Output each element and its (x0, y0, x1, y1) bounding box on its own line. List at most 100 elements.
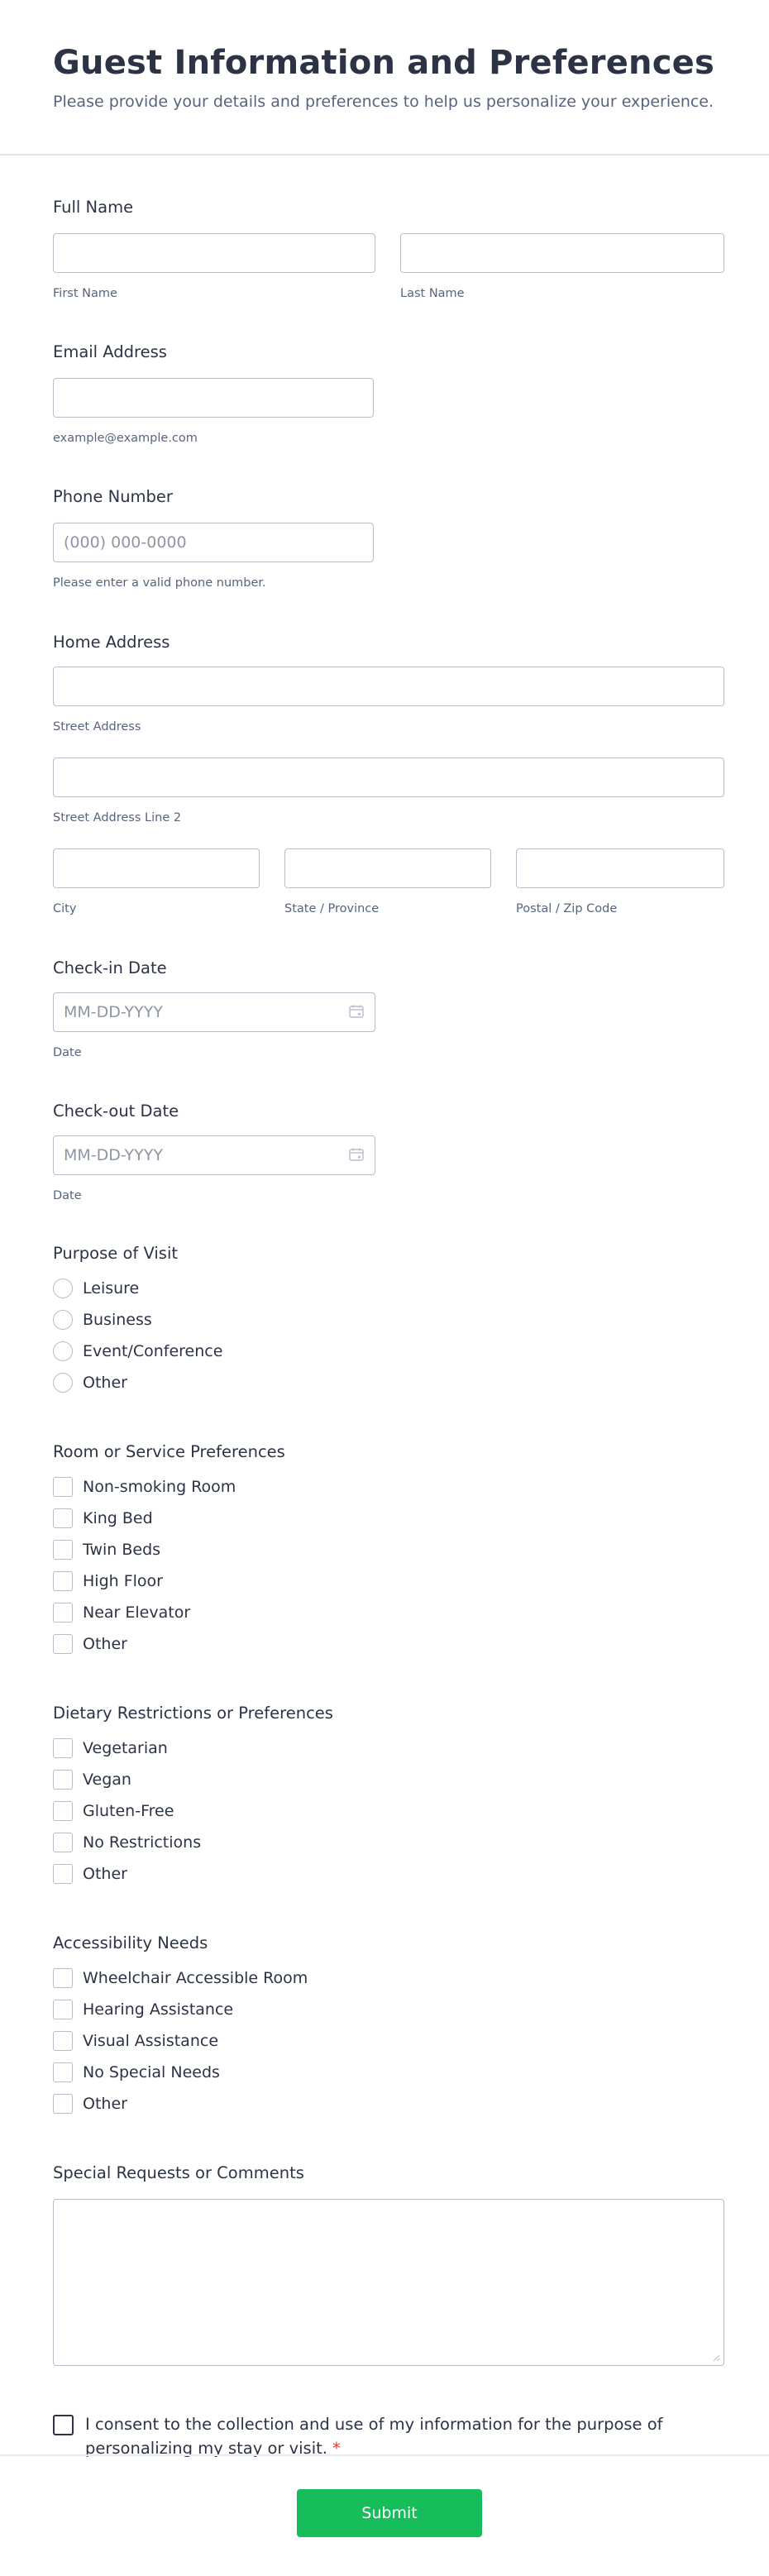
checkbox[interactable] (53, 2062, 73, 2082)
email-input[interactable] (53, 378, 374, 418)
accessibility-option[interactable]: Other (53, 2088, 723, 2120)
option-label: Vegan (83, 1771, 131, 1789)
dietary-option[interactable]: Vegetarian (53, 1732, 723, 1764)
checkbox[interactable] (53, 1508, 73, 1528)
zip-input[interactable] (516, 848, 724, 888)
room-option[interactable]: Twin Beds (53, 1534, 723, 1565)
purpose-option[interactable]: Other (53, 1367, 723, 1398)
email-field: Email Address example@example.com (53, 342, 723, 446)
option-label: Other (83, 1865, 127, 1883)
dietary-field: Dietary Restrictions or Preferences Vege… (53, 1703, 723, 1890)
radio-button[interactable] (53, 1341, 73, 1361)
full-name-label: Full Name (53, 198, 134, 217)
checkbox[interactable] (53, 1540, 73, 1560)
checkin-date-wrap (53, 992, 375, 1032)
checkin-date-input[interactable] (53, 992, 375, 1032)
form-title: Guest Information and Preferences (53, 44, 714, 82)
dietary-option[interactable]: Other (53, 1858, 723, 1890)
checkbox[interactable] (53, 1833, 73, 1852)
checkbox[interactable] (53, 1738, 73, 1758)
accessibility-option[interactable]: Hearing Assistance (53, 1994, 723, 2025)
dietary-options: Vegetarian Vegan Gluten-Free No Restrict… (53, 1732, 723, 1890)
phone-input[interactable] (53, 523, 374, 562)
dietary-option[interactable]: No Restrictions (53, 1827, 723, 1858)
accessibility-option[interactable]: No Special Needs (53, 2057, 723, 2088)
option-label: Other (83, 2095, 127, 2113)
resize-grip-icon[interactable] (712, 2354, 720, 2362)
checkbox[interactable] (53, 1968, 73, 1988)
state-sublabel: State / Province (284, 902, 380, 915)
purpose-option[interactable]: Business (53, 1304, 723, 1336)
purpose-options: Leisure Business Event/Conference Other (53, 1273, 723, 1398)
room-option[interactable]: Other (53, 1628, 723, 1660)
city-input[interactable] (53, 848, 260, 888)
checkbox[interactable] (53, 1571, 73, 1591)
room-option[interactable]: King Bed (53, 1503, 723, 1534)
checkbox[interactable] (53, 1603, 73, 1623)
option-label: King Bed (83, 1509, 153, 1527)
checkbox[interactable] (53, 1634, 73, 1654)
checkbox[interactable] (53, 2000, 73, 2019)
phone-label: Phone Number (53, 487, 173, 506)
form-header: Guest Information and Preferences Please… (0, 0, 769, 155)
full-name-field: Full Name First Name Last Name (53, 197, 724, 301)
checkout-label: Check-out Date (53, 1102, 179, 1121)
checkbox[interactable] (53, 1770, 73, 1790)
checkbox[interactable] (53, 1864, 73, 1884)
accessibility-label: Accessibility Needs (53, 1933, 208, 1952)
phone-sublabel: Please enter a valid phone number. (53, 576, 266, 590)
accessibility-option[interactable]: Wheelchair Accessible Room (53, 1962, 723, 1994)
room-option[interactable]: High Floor (53, 1565, 723, 1597)
street-address-line2-input[interactable] (53, 758, 724, 797)
option-label: High Floor (83, 1572, 163, 1590)
city-sublabel: City (53, 902, 77, 915)
form-page: Guest Information and Preferences Please… (0, 0, 769, 2576)
dietary-label: Dietary Restrictions or Preferences (53, 1704, 333, 1723)
accessibility-options: Wheelchair Accessible Room Hearing Assis… (53, 1962, 723, 2120)
checkin-label: Check-in Date (53, 958, 167, 977)
consent-field: I consent to the collection and use of m… (53, 2412, 723, 2460)
option-label: Twin Beds (83, 1541, 161, 1559)
room-option[interactable]: Near Elevator (53, 1597, 723, 1628)
option-label: Vegetarian (83, 1739, 168, 1757)
room-option[interactable]: Non-smoking Room (53, 1471, 723, 1503)
state-input[interactable] (284, 848, 491, 888)
option-label: No Restrictions (83, 1833, 202, 1852)
radio-button[interactable] (53, 1278, 73, 1298)
purpose-option[interactable]: Event/Conference (53, 1336, 723, 1367)
checkin-field: Check-in Date Date (53, 958, 723, 1060)
street-address-input[interactable] (53, 667, 724, 706)
last-name-input[interactable] (400, 233, 724, 273)
consent-checkbox[interactable] (53, 2415, 74, 2435)
checkbox[interactable] (53, 2031, 73, 2051)
checkbox[interactable] (53, 1477, 73, 1497)
accessibility-field: Accessibility Needs Wheelchair Accessibl… (53, 1933, 723, 2120)
form-body: Full Name First Name Last Name Email Add… (0, 197, 769, 2460)
checkbox[interactable] (53, 2094, 73, 2114)
phone-field: Phone Number Please enter a valid phone … (53, 486, 723, 590)
first-name-input[interactable] (53, 233, 375, 273)
dietary-option[interactable]: Vegan (53, 1764, 723, 1795)
submit-button[interactable]: Submit (297, 2489, 482, 2537)
checkout-date-wrap (53, 1135, 375, 1175)
consent-label: I consent to the collection and use of m… (85, 2415, 663, 2458)
special-requests-textarea[interactable] (53, 2199, 724, 2366)
option-label: Event/Conference (83, 1342, 223, 1360)
checkbox[interactable] (53, 1801, 73, 1821)
special-requests-label: Special Requests or Comments (53, 2163, 304, 2182)
dietary-option[interactable]: Gluten-Free (53, 1795, 723, 1827)
purpose-field: Purpose of Visit Leisure Business Event/… (53, 1243, 723, 1398)
calendar-icon[interactable] (349, 1005, 364, 1018)
calendar-icon[interactable] (349, 1148, 364, 1161)
street-address-line2-sublabel: Street Address Line 2 (53, 811, 182, 824)
option-label: Other (83, 1635, 127, 1653)
accessibility-option[interactable]: Visual Assistance (53, 2025, 723, 2057)
consent-text-wrap: I consent to the collection and use of m… (85, 2412, 723, 2460)
radio-button[interactable] (53, 1373, 73, 1393)
purpose-option[interactable]: Leisure (53, 1273, 723, 1304)
first-name-sublabel: First Name (53, 287, 117, 300)
option-label: Non-smoking Room (83, 1478, 236, 1496)
radio-button[interactable] (53, 1310, 73, 1330)
option-label: Hearing Assistance (83, 2000, 234, 2019)
checkout-date-input[interactable] (53, 1135, 375, 1175)
